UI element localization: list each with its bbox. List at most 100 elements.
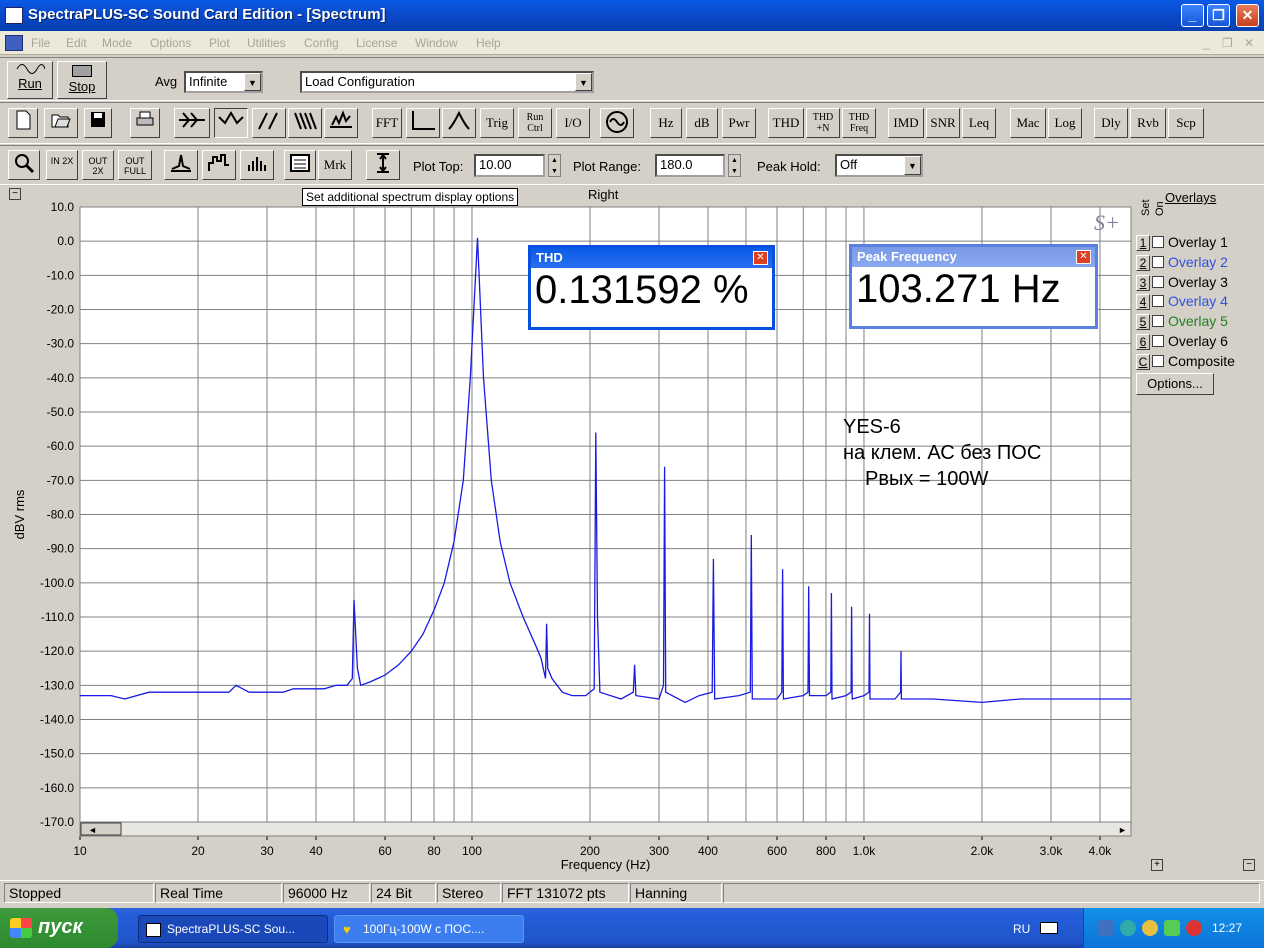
overlay-label: Overlay 2 <box>1168 253 1228 270</box>
overlay-row[interactable]: 4 Overlay 4 <box>1136 293 1228 313</box>
thd-value: 0.131592 % <box>535 268 749 312</box>
annotation: YES-6 на клем. АС без ПОС Рвых = 100W <box>843 414 1041 492</box>
task-image[interactable]: ♥ 100Гц-100W с ПОС.... <box>334 915 524 943</box>
y-tick-label: -80.0 <box>47 508 75 522</box>
options-button[interactable]: Options... <box>1136 373 1214 395</box>
status-fft-size: FFT 131072 pts <box>502 883 629 903</box>
y-tick-label: -10.0 <box>47 268 75 282</box>
status-window: Hanning <box>630 883 722 903</box>
collapse-icon[interactable]: − <box>1243 859 1255 871</box>
overlay-checkbox[interactable] <box>1152 255 1164 268</box>
overlay-checkbox[interactable] <box>1152 335 1164 347</box>
set-label: Set <box>1140 199 1152 216</box>
scroll-left-icon: ◄ <box>88 825 97 835</box>
start-button[interactable]: пуск <box>0 908 118 948</box>
x-tick-label: 10 <box>73 844 87 858</box>
overlay-row[interactable]: 2 Overlay 2 <box>1136 254 1228 274</box>
y-tick-label: -50.0 <box>47 405 75 419</box>
annotation-line-2: на клем. АС без ПОС <box>843 442 1042 464</box>
annotation-line-3: Рвых = 100W <box>865 468 989 490</box>
status-empty <box>723 883 1260 903</box>
peak-value: 103.271 Hz <box>856 267 1061 311</box>
overlay-checkbox[interactable] <box>1152 236 1164 248</box>
y-tick-label: -70.0 <box>47 473 75 487</box>
x-axis-label: Frequency (Hz) <box>561 857 651 872</box>
overlay-set-button[interactable]: 1 <box>1136 235 1150 251</box>
overlay-label: Overlay 6 <box>1168 333 1228 349</box>
antivirus-icon[interactable] <box>1164 920 1180 936</box>
status-bar: Stopped Real Time 96000 Hz 24 Bit Stereo… <box>0 880 1264 904</box>
close-icon[interactable]: ✕ <box>1076 250 1091 264</box>
annotation-line-1: YES-6 <box>843 416 901 438</box>
network-icon[interactable] <box>1098 920 1114 936</box>
overlay-set-button[interactable]: 6 <box>1136 334 1150 350</box>
y-tick-label: -120.0 <box>40 644 74 658</box>
x-tick-label: 40 <box>309 844 323 858</box>
collapse-icon[interactable]: − <box>9 188 21 200</box>
system-tray: 12:27 <box>1083 908 1264 948</box>
overlays-panel: Overlays Set On 1 Overlay 1 2 Overlay 2 3 Ove… <box>1136 188 1264 408</box>
overlay-label: Overlay 4 <box>1168 293 1228 310</box>
x-tick-label: 30 <box>260 844 274 858</box>
overlay-row[interactable]: 3 Overlay 3 <box>1136 274 1228 294</box>
y-tick-label: -150.0 <box>40 747 74 761</box>
windows-logo-icon <box>10 918 32 938</box>
y-tick-label: 0.0 <box>57 234 74 248</box>
y-tick-label: -170.0 <box>40 815 74 829</box>
task-spectraplus-label: SpectraPLUS-SC Sou... <box>167 922 296 936</box>
x-tick-label: 200 <box>580 844 600 858</box>
overlay-row[interactable]: 6 Overlay 6 <box>1136 333 1228 353</box>
spectrum-plot: 10.0 0.0 -10.0 -20.0 -30.0 -40.0 -50.0 -60.0 -70… <box>12 200 1132 872</box>
speaker-icon[interactable] <box>1142 920 1158 936</box>
overlay-label: Overlay 3 <box>1168 273 1228 290</box>
overlay-set-button[interactable]: 4 <box>1136 294 1150 311</box>
keyboard-icon[interactable] <box>1040 922 1058 934</box>
spectraplus-icon <box>146 923 161 937</box>
overlay-checkbox[interactable] <box>1152 315 1164 328</box>
overlay-checkbox[interactable] <box>1152 295 1164 308</box>
peak-frequency-window[interactable]: Peak Frequency ✕ 103.271 Hz <box>849 244 1098 329</box>
status-channels: Stereo <box>437 883 501 903</box>
x-tick-label: 400 <box>698 844 718 858</box>
y-tick-label: -40.0 <box>47 371 75 385</box>
language-indicator[interactable]: RU <box>1013 922 1030 936</box>
start-label: пуск <box>38 916 83 938</box>
y-tick-label: 10.0 <box>51 200 75 214</box>
tooltip: Set additional spectrum display options <box>302 188 519 206</box>
x-tick-label: 60 <box>378 844 392 858</box>
task-spectraplus[interactable]: SpectraPLUS-SC Sou... <box>138 915 328 943</box>
y-tick-label: -60.0 <box>47 439 75 453</box>
overlay-set-button[interactable]: 5 <box>1136 314 1150 331</box>
overlay-checkbox[interactable] <box>1152 275 1164 288</box>
thd-window[interactable]: THD ✕ 0.131592 % <box>528 245 775 330</box>
y-tick-label: -20.0 <box>47 303 75 317</box>
overlay-label: Overlay 1 <box>1168 234 1228 250</box>
overlay-row[interactable]: 5 Overlay 5 <box>1136 313 1228 333</box>
tray-app-icon[interactable] <box>1120 920 1136 936</box>
x-tick-label: 4.0k <box>1089 844 1113 858</box>
overlay-label: Overlay 5 <box>1168 313 1228 330</box>
x-tick-label: 600 <box>767 844 787 858</box>
overlay-row[interactable]: C Composite <box>1136 353 1235 373</box>
on-label: On <box>1154 201 1166 216</box>
overlay-set-button[interactable]: 2 <box>1136 254 1150 271</box>
expand-icon[interactable]: + <box>1151 859 1163 871</box>
y-tick-label: -140.0 <box>40 713 74 727</box>
peak-title: Peak Frequency <box>852 247 1095 267</box>
x-tick-label: 1.0k <box>853 844 877 858</box>
overlay-set-button[interactable]: C <box>1136 353 1150 370</box>
thd-title: THD <box>531 248 772 268</box>
update-icon[interactable] <box>1186 920 1202 936</box>
horizontal-scrollbar <box>79 821 1132 837</box>
scroll-right-icon: ► <box>1118 825 1127 835</box>
overlay-checkbox[interactable] <box>1152 354 1164 367</box>
y-tick-label: -160.0 <box>40 781 74 795</box>
y-tick-label: -110.0 <box>41 610 74 624</box>
x-tick-label: 300 <box>649 844 669 858</box>
x-tick-label: 100 <box>462 844 482 858</box>
overlay-set-button[interactable]: 3 <box>1136 274 1150 291</box>
clock: 12:27 <box>1212 921 1243 935</box>
overlay-row[interactable]: 1 Overlay 1 <box>1136 234 1228 254</box>
close-icon[interactable]: ✕ <box>753 251 768 265</box>
y-tick-label: -30.0 <box>47 337 75 351</box>
